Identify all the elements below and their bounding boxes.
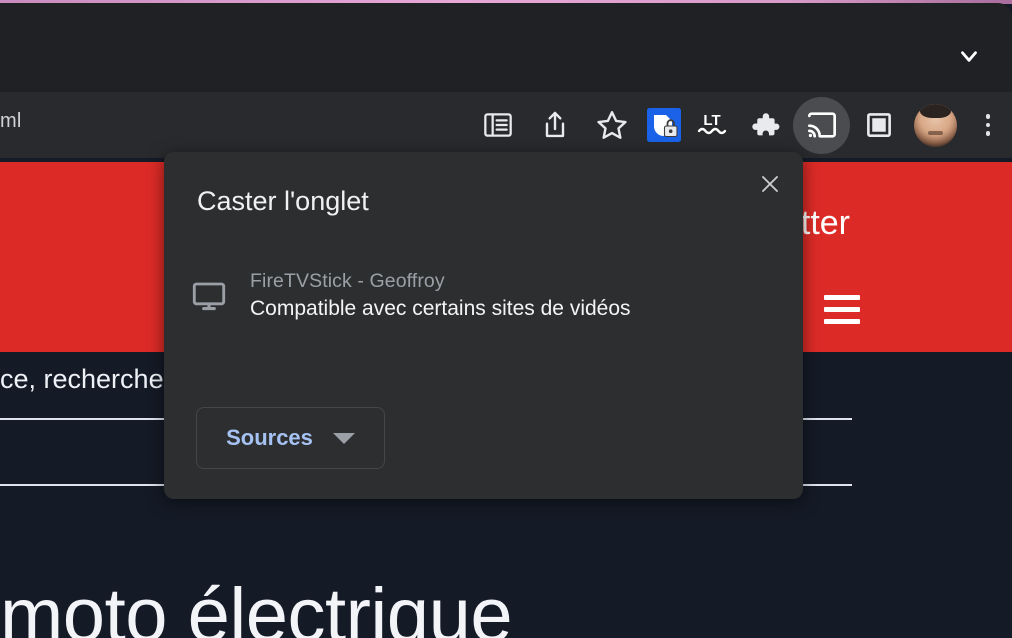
toolbar-icon-group: LT: [469, 92, 1012, 158]
languagetool-icon[interactable]: LT: [688, 97, 736, 154]
caret-down-icon: [332, 432, 355, 444]
cast-device-name: FireTVStick - Geoffroy: [250, 270, 445, 292]
chevron-down-icon[interactable]: [954, 41, 984, 71]
cast-icon[interactable]: [793, 96, 850, 154]
share-icon[interactable]: [526, 97, 583, 154]
three-dot-glyph: [985, 114, 991, 136]
hamburger-menu-icon[interactable]: [824, 295, 860, 324]
omnibox-url-tail[interactable]: ml: [0, 110, 22, 133]
extensions-puzzle-icon[interactable]: [736, 97, 793, 154]
cast-device-text: FireTVStick - Geoffroy Compatible avec c…: [250, 270, 631, 321]
browser-window: ml LT tter ce, recherche moto électrique…: [0, 0, 1012, 638]
dialog-title: Caster l'onglet: [197, 186, 369, 216]
avatar-image: [914, 103, 957, 147]
page-headline: moto électrique: [0, 573, 513, 638]
more-menu-icon[interactable]: [964, 97, 1012, 154]
svg-text:LT: LT: [703, 112, 720, 129]
monitor-icon: [190, 277, 228, 315]
page-lede-text: ce, recherche: [0, 364, 164, 394]
side-panel-icon[interactable]: [850, 97, 907, 154]
reading-list-icon[interactable]: [469, 97, 526, 154]
banner-text: tter: [800, 204, 850, 242]
cast-device-row[interactable]: FireTVStick - Geoffroy Compatible avec c…: [190, 270, 778, 321]
avatar[interactable]: [907, 97, 964, 154]
sources-button-label: Sources: [226, 425, 313, 450]
cast-dialog: Caster l'onglet FireTVStick - Geoffroy C…: [164, 152, 803, 499]
close-icon[interactable]: [751, 165, 789, 203]
shield-lock-extension-icon[interactable]: [640, 97, 688, 154]
tab-strip: [0, 3, 1012, 92]
bookmark-star-icon[interactable]: [583, 97, 640, 154]
sources-button[interactable]: Sources: [196, 407, 385, 469]
cast-device-description: Compatible avec certains sites de vidéos: [250, 297, 631, 320]
